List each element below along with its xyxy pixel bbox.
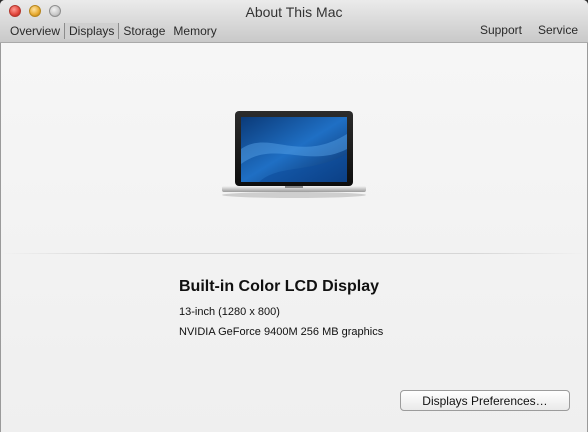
tabs-right: Support Service xyxy=(480,23,578,37)
display-name: Built-in Color LCD Display xyxy=(179,278,379,295)
tab-service[interactable]: Service xyxy=(538,23,578,37)
displays-preferences-button[interactable]: Displays Preferences… xyxy=(400,390,570,411)
divider xyxy=(1,253,587,254)
tab-support[interactable]: Support xyxy=(480,23,522,37)
tab-storage[interactable]: Storage xyxy=(119,23,169,39)
tab-overview[interactable]: Overview xyxy=(6,23,64,39)
window-title: About This Mac xyxy=(245,4,343,20)
tab-memory[interactable]: Memory xyxy=(169,23,220,39)
display-size: 13-inch (1280 x 800) xyxy=(179,306,280,318)
tab-displays[interactable]: Displays xyxy=(64,23,120,39)
tabs-left: Overview Displays Storage Memory xyxy=(6,23,221,39)
graphics-info: NVIDIA GeForce 9400M 256 MB graphics xyxy=(179,326,384,338)
content-area: Built-in Color LCD Display 13-inch (1280… xyxy=(1,43,587,432)
laptop-icon xyxy=(222,111,366,198)
about-this-mac-window: About This Mac Overview Displays Storage… xyxy=(0,0,588,432)
titlebar: About This Mac Overview Displays Storage… xyxy=(0,0,588,43)
